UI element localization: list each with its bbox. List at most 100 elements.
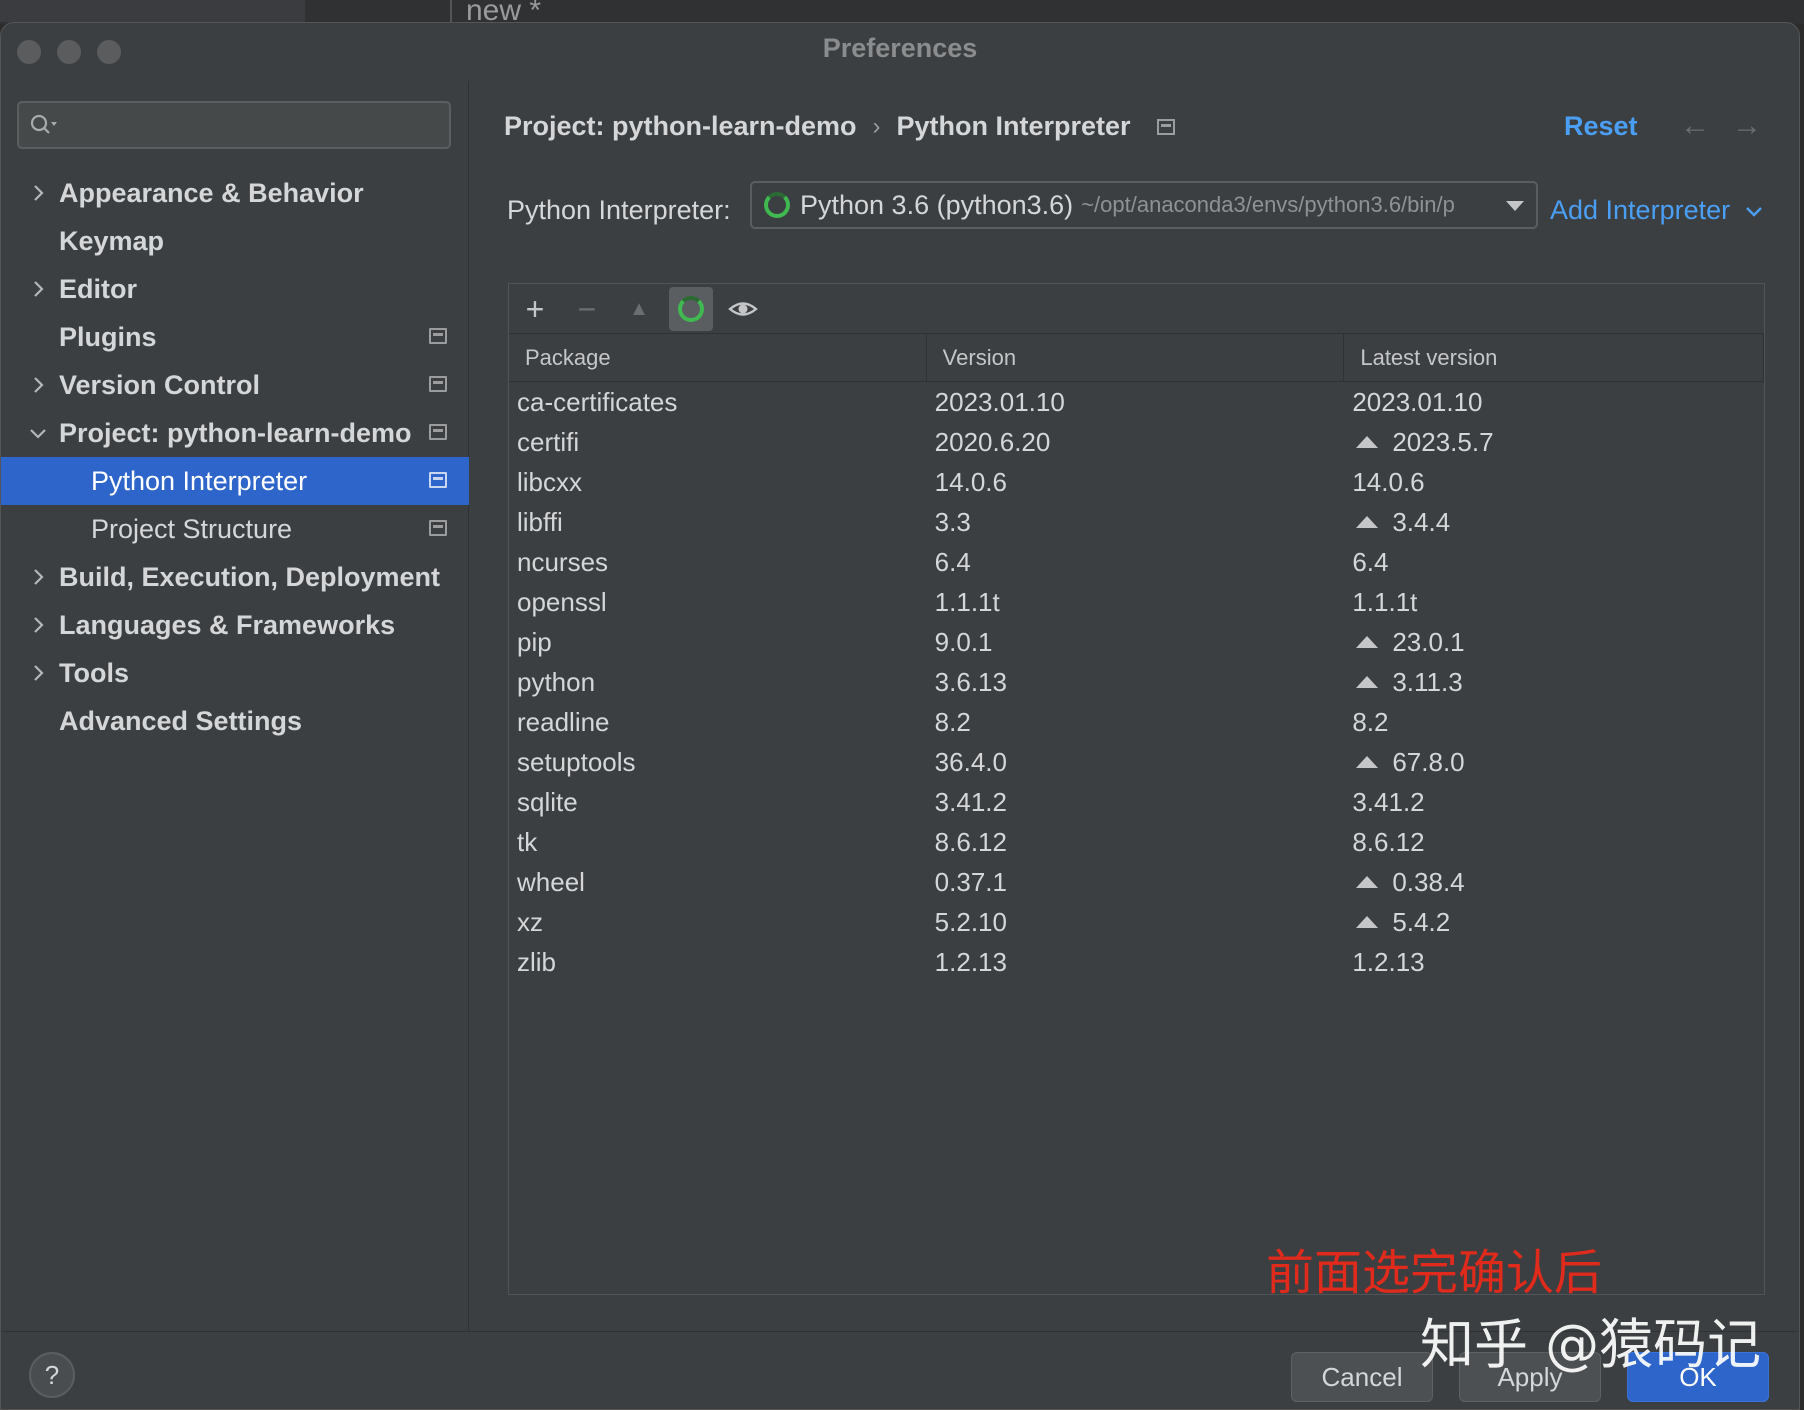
annotation-text: 前面选完确认后 [1266,1245,1603,1301]
latest-version-text: 2023.5.7 [1392,426,1494,457]
package-version-cell: 1.1.1t [934,586,1000,617]
sidebar-item-label: Project Structure [91,513,293,544]
sidebar-item-project[interactable]: Project: python-learn-demo [1,409,469,457]
project-scope-icon [429,472,447,488]
project-scope-icon [429,376,447,392]
package-name-cell: tk [517,826,538,857]
sidebar-item-appearance-behavior[interactable]: Appearance & Behavior [1,169,469,217]
chevron-right-icon[interactable] [27,614,49,636]
sidebar-item-label: Editor [59,273,137,304]
table-row[interactable]: libffi 3.3 3.4.4 [509,502,1764,542]
package-version-cell: 9.0.1 [934,626,993,657]
package-name-cell: openssl [517,586,607,617]
chevron-right-icon[interactable] [27,374,49,396]
interpreter-select[interactable]: Python 3.6 (python3.6) ~/opt/anaconda3/e… [750,181,1538,229]
sidebar-item-languages-frameworks[interactable]: Languages & Frameworks [1,601,469,649]
column-header-package[interactable]: Package [509,334,927,382]
table-row[interactable]: python 3.6.13 3.11.3 [509,662,1764,702]
table-row[interactable]: wheel 0.37.1 0.38.4 [509,862,1764,902]
package-version-cell: 5.2.10 [934,906,1007,937]
latest-version-text: 14.0.6 [1352,466,1425,497]
sidebar-item-advanced-settings[interactable]: Advanced Settings [1,697,469,745]
package-name-cell: zlib [517,946,557,977]
package-latest-cell: 3.11.3 [1344,667,1764,698]
forward-arrow-icon[interactable]: → [1732,109,1762,143]
table-row[interactable]: readline 8.2 8.2 [509,702,1764,742]
package-version-cell: 8.2 [934,706,971,737]
table-row[interactable]: zlib 1.2.13 1.2.13 [509,942,1764,982]
latest-version-text: 6.4 [1352,546,1389,577]
project-scope-icon [429,520,447,536]
back-arrow-icon[interactable]: ← [1680,109,1710,143]
sidebar-item-build-execution-deployment[interactable]: Build, Execution, Deployment [1,553,469,601]
table-row[interactable]: pip 9.0.1 23.0.1 [509,622,1764,662]
show-early-releases-button[interactable] [721,287,765,331]
chevron-right-icon[interactable] [27,182,49,204]
package-latest-cell: 67.8.0 [1344,747,1764,778]
table-row[interactable]: libcxx 14.0.6 14.0.6 [509,462,1764,502]
breadcrumb-separator: › [872,112,881,140]
interpreter-label: Python Interpreter: [507,195,731,225]
sidebar-item-python-interpreter[interactable]: Python Interpreter [1,457,469,505]
sidebar-item-label: Plugins [59,321,157,352]
package-name-cell: setuptools [517,746,636,777]
chevron-right-icon[interactable] [27,566,49,588]
reset-link[interactable]: Reset [1564,111,1638,142]
package-version-cell: 36.4.0 [934,746,1007,777]
table-row[interactable]: certifi 2020.6.20 2023.5.7 [509,422,1764,462]
chevron-right-icon[interactable] [27,662,49,684]
sidebar-item-project-structure[interactable]: Project Structure [1,505,469,553]
column-header-latest-version[interactable]: Latest version [1344,334,1765,382]
upgrade-available-icon [1356,676,1379,688]
sidebar-item-version-control[interactable]: Version Control [1,361,469,409]
search-icon [30,114,57,134]
chevron-right-icon[interactable] [27,278,49,300]
settings-search-input[interactable] [17,101,451,149]
table-row[interactable]: openssl 1.1.1t 1.1.1t [509,582,1764,622]
latest-version-text: 3.41.2 [1352,786,1425,817]
latest-version-text: 23.0.1 [1392,626,1465,657]
table-row[interactable]: ca-certificates 2023.01.10 2023.01.10 [509,382,1764,422]
sidebar-item-label: Appearance & Behavior [59,177,364,208]
latest-version-text: 8.6.12 [1352,826,1425,857]
package-name-cell: libffi [517,506,563,537]
chevron-down-icon[interactable] [27,422,49,444]
latest-version-text: 1.2.13 [1352,946,1425,977]
table-row[interactable]: setuptools 36.4.0 67.8.0 [509,742,1764,782]
package-latest-cell: 2023.5.7 [1344,427,1764,458]
sidebar-item-plugins[interactable]: Plugins [1,313,469,361]
package-latest-cell: 14.0.6 [1344,467,1764,498]
table-row[interactable]: tk 8.6.12 8.6.12 [509,822,1764,862]
package-latest-cell: 0.38.4 [1344,867,1764,898]
cancel-button[interactable]: Cancel [1291,1352,1433,1402]
package-version-cell: 3.6.13 [934,666,1007,697]
breadcrumb-current: Python Interpreter [896,111,1131,141]
add-interpreter-label: Add Interpreter [1550,195,1731,225]
uninstall-package-button[interactable]: − [565,287,609,331]
add-interpreter-dropdown[interactable]: Add Interpreter [1550,195,1764,226]
watermark: 知乎 @猿码记 [1420,1313,1762,1376]
column-header-version[interactable]: Version [927,334,1345,382]
package-latest-cell: 1.1.1t [1344,587,1764,618]
sidebar-item-keymap[interactable]: Keymap [1,217,469,265]
package-latest-cell: 3.41.2 [1344,787,1764,818]
package-version-cell: 1.2.13 [934,946,1007,977]
background-tabline [0,0,305,22]
upgrade-available-icon [1356,516,1379,528]
breadcrumb: Project: python-learn-demo › Python Inte… [504,111,1175,142]
sidebar-item-tools[interactable]: Tools [1,649,469,697]
install-package-button[interactable]: + [513,287,557,331]
refresh-packages-button[interactable] [669,287,713,331]
sidebar-item-editor[interactable]: Editor [1,265,469,313]
table-row[interactable]: sqlite 3.41.2 3.41.2 [509,782,1764,822]
upgrade-package-button[interactable]: ▲ [617,287,661,331]
breadcrumb-project[interactable]: Project: python-learn-demo [504,111,857,142]
table-row[interactable]: ncurses 6.4 6.4 [509,542,1764,582]
help-button[interactable]: ? [29,1352,75,1398]
table-row[interactable]: xz 5.2.10 5.4.2 [509,902,1764,942]
package-latest-cell: 8.2 [1344,707,1764,738]
package-name-cell: libcxx [517,466,583,497]
sidebar-item-label: Version Control [59,369,261,400]
loading-spinner-icon [678,296,704,322]
eye-icon [728,302,758,316]
